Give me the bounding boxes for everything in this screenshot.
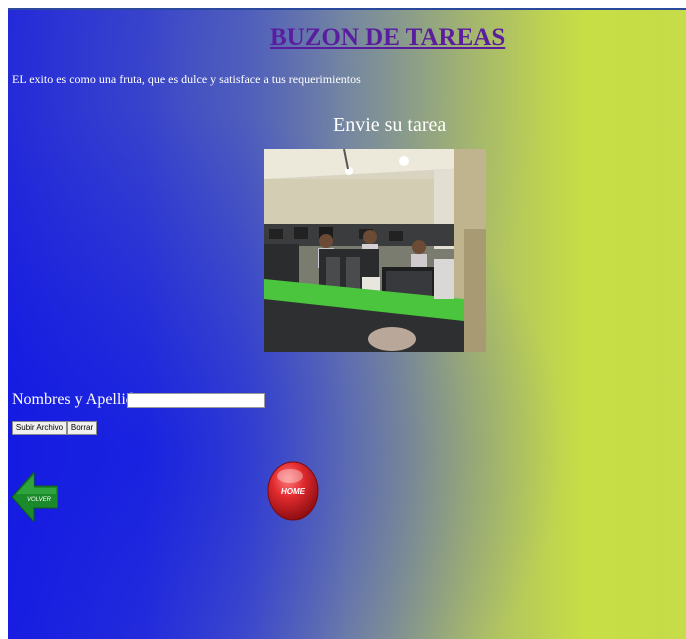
back-label: VOLVER [27,497,52,503]
home-button[interactable]: HOME [266,460,320,522]
upload-file-button[interactable]: Subir Archivo [12,421,67,435]
page-title[interactable]: BUZON DE TAREAS [270,24,505,52]
left-arrow-icon: VOLVER [11,470,59,524]
name-input[interactable] [127,393,265,408]
red-sphere-icon: HOME [267,461,319,521]
reset-button[interactable]: Borrar [67,421,97,435]
classroom-photo [264,149,486,352]
back-button[interactable]: VOLVER [11,470,59,524]
home-label: HOME [281,487,306,496]
top-border [8,8,686,10]
section-subtitle: Envie su tarea [333,114,447,136]
motto-text: EL exito es como una fruta, que es dulce… [12,72,361,86]
page-background: BUZON DE TAREAS EL exito es como una fru… [8,8,686,639]
